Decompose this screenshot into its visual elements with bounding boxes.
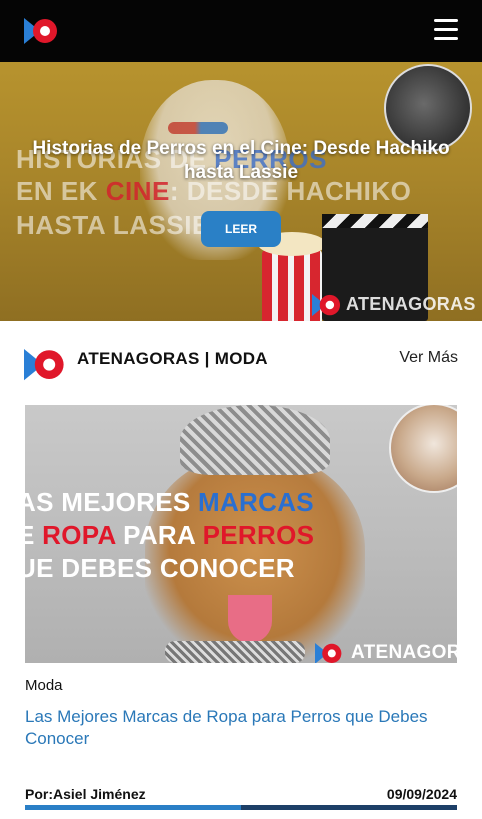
article-dog-tongue — [228, 595, 272, 643]
logo-ring — [33, 19, 57, 43]
article-image-text-line1: AS MEJORES MARCAS — [25, 487, 314, 517]
hero-title[interactable]: Historias de Perros en el Cine: Desde Ha… — [20, 137, 462, 185]
article-image[interactable]: AS MEJORES MARCAS E ROPA PARA PERROS UE … — [25, 405, 457, 663]
section-header: ATENAGORAS | MODA Ver Más — [0, 321, 482, 401]
hero-3d-glasses — [168, 122, 228, 134]
atenagoras-logo[interactable] — [24, 18, 58, 44]
top-bar — [0, 0, 482, 62]
article-image-text-line3: UE DEBES CONOCER — [25, 553, 295, 583]
article-category[interactable]: Moda — [25, 677, 63, 694]
section-title: ATENAGORAS | MODA — [77, 349, 268, 368]
hero-image-text-line3: HASTA LASSIE — [16, 210, 210, 240]
article-progress-bar — [25, 805, 457, 810]
article-image-text-line2: E ROPA PARA PERROS — [25, 520, 315, 550]
read-button[interactable]: LEER — [201, 211, 281, 247]
article-title-link[interactable]: Las Mejores Marcas de Ropa para Perros q… — [25, 706, 457, 750]
article-author: Por:Asiel Jiménez — [25, 786, 146, 802]
article-bulldog-photo — [389, 405, 457, 493]
article-date: 09/09/2024 — [386, 786, 457, 802]
article-sequin-hat — [180, 405, 330, 475]
article-watermark-text: ATENAGOR — [351, 642, 457, 663]
article-watermark-logo — [315, 643, 342, 663]
hero-banner[interactable]: HISTORIAS DE PERROS EN EK CINE: DESDE HA… — [0, 62, 482, 321]
author-label: Por: — [25, 786, 53, 802]
watermark-text: ATENAGORAS — [346, 294, 476, 314]
hamburger-menu-icon[interactable] — [434, 19, 458, 41]
see-more-link[interactable]: Ver Más — [399, 349, 458, 367]
progress-fill — [25, 805, 241, 810]
watermark-logo — [312, 294, 341, 317]
section-logo — [24, 349, 65, 381]
article-bowtie — [165, 641, 305, 663]
author-name: Asiel Jiménez — [53, 786, 146, 802]
